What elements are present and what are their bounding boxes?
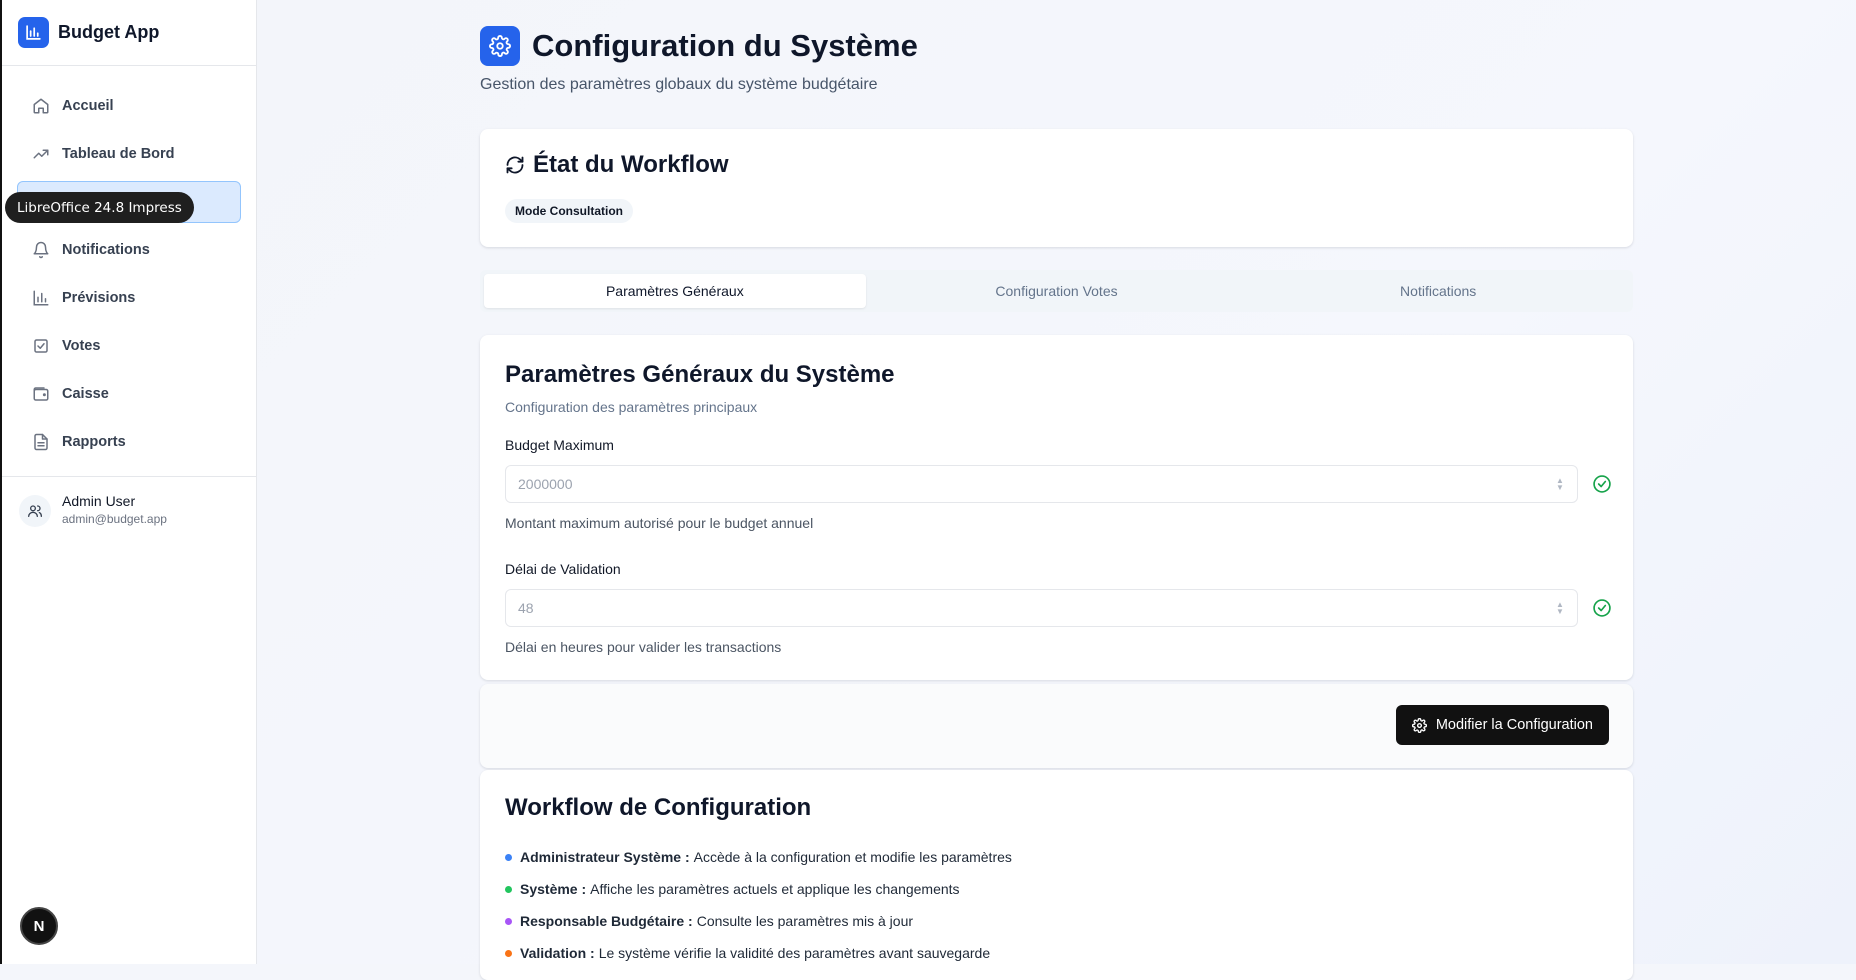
vote-icon [31, 336, 51, 356]
number-spinner-icon[interactable]: ▲ ▼ [1555, 477, 1565, 493]
validation-delay-label: Délai de Validation [505, 561, 621, 577]
bell-icon [31, 240, 51, 260]
step-text: Le système vérifie la validité des param… [598, 945, 991, 961]
sidebar-item-label: Caisse [62, 386, 109, 402]
page-subtitle: Gestion des paramètres globaux du systèm… [480, 76, 878, 93]
list-item: Système : Affiche les paramètres actuels… [505, 873, 1608, 905]
budget-max-label: Budget Maximum [505, 437, 614, 453]
bullet-dot [505, 917, 512, 925]
action-bar: Modifier la Configuration [480, 684, 1633, 768]
settings-icon [480, 26, 520, 66]
validation-delay-value: 48 [518, 600, 534, 616]
sidebar-item-label: Votes [62, 338, 101, 354]
sidebar-item-label: Accueil [62, 98, 114, 114]
validation-delay-input[interactable]: 48 ▲ ▼ [505, 589, 1578, 627]
bullet-dot [505, 949, 512, 957]
step-role: Administrateur Système : [520, 849, 690, 865]
bullet-dot [505, 853, 512, 861]
sidebar-item-notifications[interactable]: Notifications [17, 229, 241, 271]
tab-configuration-votes[interactable]: Configuration Votes [866, 274, 1248, 308]
bullet-dot [505, 885, 512, 893]
sidebar-item-label: Prévisions [62, 290, 136, 306]
user-profile[interactable]: Admin User admin@budget.app [2, 476, 256, 527]
page-title: Configuration du Système [532, 28, 918, 63]
home-icon [31, 96, 51, 116]
step-role: Système : [520, 881, 587, 897]
trending-up-icon [31, 144, 51, 164]
tooltip: LibreOffice 24.8 Impress [5, 192, 194, 223]
bar-chart-logo-icon [18, 17, 49, 48]
settings-icon [1411, 717, 1427, 733]
list-item: Validation : Le système vérifie la valid… [505, 937, 1608, 969]
tab-parametres-generaux[interactable]: Paramètres Généraux [484, 274, 866, 308]
sidebar-nav: Accueil Tableau de Bord Notifications Pr… [2, 66, 256, 463]
next-dev-badge[interactable]: N [20, 907, 58, 945]
sidebar-item-caisse[interactable]: Caisse [17, 373, 241, 415]
list-item: Administrateur Système : Accède à la con… [505, 841, 1608, 873]
main-content: Configuration du Système Gestion des par… [257, 0, 1856, 980]
sidebar-item-previsions[interactable]: Prévisions [17, 277, 241, 319]
wallet-icon [31, 384, 51, 404]
workflow-config-title: Workflow de Configuration [505, 794, 812, 821]
modify-configuration-label: Modifier la Configuration [1435, 717, 1593, 733]
step-text: Accède à la configuration et modifie les… [693, 849, 1012, 865]
sidebar-item-label: Tableau de Bord [62, 146, 175, 162]
workflow-state-label: État du Workflow [533, 151, 729, 178]
step-text: Consulte les paramètres mis à jour [696, 913, 914, 929]
general-settings-card: Paramètres Généraux du Système Configura… [480, 335, 1633, 680]
sidebar-item-label: Notifications [62, 242, 150, 258]
tabs: Paramètres Généraux Configuration Votes … [480, 270, 1633, 312]
sidebar-item-accueil[interactable]: Accueil [17, 85, 241, 127]
users-icon [19, 495, 51, 527]
budget-max-help: Montant maximum autorisé pour le budget … [505, 515, 814, 531]
sidebar-item-label: Rapports [62, 434, 126, 450]
refresh-icon [505, 155, 525, 175]
user-name: Admin User [62, 493, 136, 509]
app-name: Budget App [58, 22, 160, 42]
user-info: Admin User admin@budget.app [62, 493, 167, 527]
file-text-icon [31, 432, 51, 452]
step-text: Affiche les paramètres actuels et appliq… [590, 881, 960, 897]
sidebar: Budget App Accueil Tableau de Bord Notif… [0, 0, 257, 964]
budget-max-value: 2000000 [518, 476, 573, 492]
bar-chart-icon [31, 288, 51, 308]
sidebar-item-rapports[interactable]: Rapports [17, 421, 241, 463]
brand[interactable]: Budget App [2, 0, 256, 66]
general-settings-title: Paramètres Généraux du Système [505, 361, 895, 388]
number-spinner-icon[interactable]: ▲ ▼ [1555, 601, 1565, 617]
sidebar-item-votes[interactable]: Votes [17, 325, 241, 367]
check-circle-icon [1593, 475, 1611, 493]
workflow-config-card: Workflow de Configuration Administrateur… [480, 770, 1633, 980]
sidebar-item-tableau-de-bord[interactable]: Tableau de Bord [17, 133, 241, 175]
workflow-state-card: État du Workflow Mode Consultation [480, 129, 1633, 247]
page-header: Configuration du Système [480, 26, 1633, 66]
step-role: Validation : [520, 945, 595, 961]
general-settings-subtitle: Configuration des paramètres principaux [505, 399, 758, 415]
user-email: admin@budget.app [62, 512, 167, 526]
modify-configuration-button[interactable]: Modifier la Configuration [1395, 705, 1609, 745]
check-circle-icon [1593, 599, 1611, 617]
workflow-state-title: État du Workflow [505, 151, 1608, 179]
workflow-steps: Administrateur Système : Accède à la con… [505, 841, 1608, 969]
tab-notifications[interactable]: Notifications [1247, 274, 1629, 308]
mode-badge: Mode Consultation [505, 199, 633, 223]
step-role: Responsable Budgétaire : [520, 913, 693, 929]
validation-delay-help: Délai en heures pour valider les transac… [505, 639, 782, 655]
budget-max-input[interactable]: 2000000 ▲ ▼ [505, 465, 1578, 503]
list-item: Responsable Budgétaire : Consulte les pa… [505, 905, 1608, 937]
